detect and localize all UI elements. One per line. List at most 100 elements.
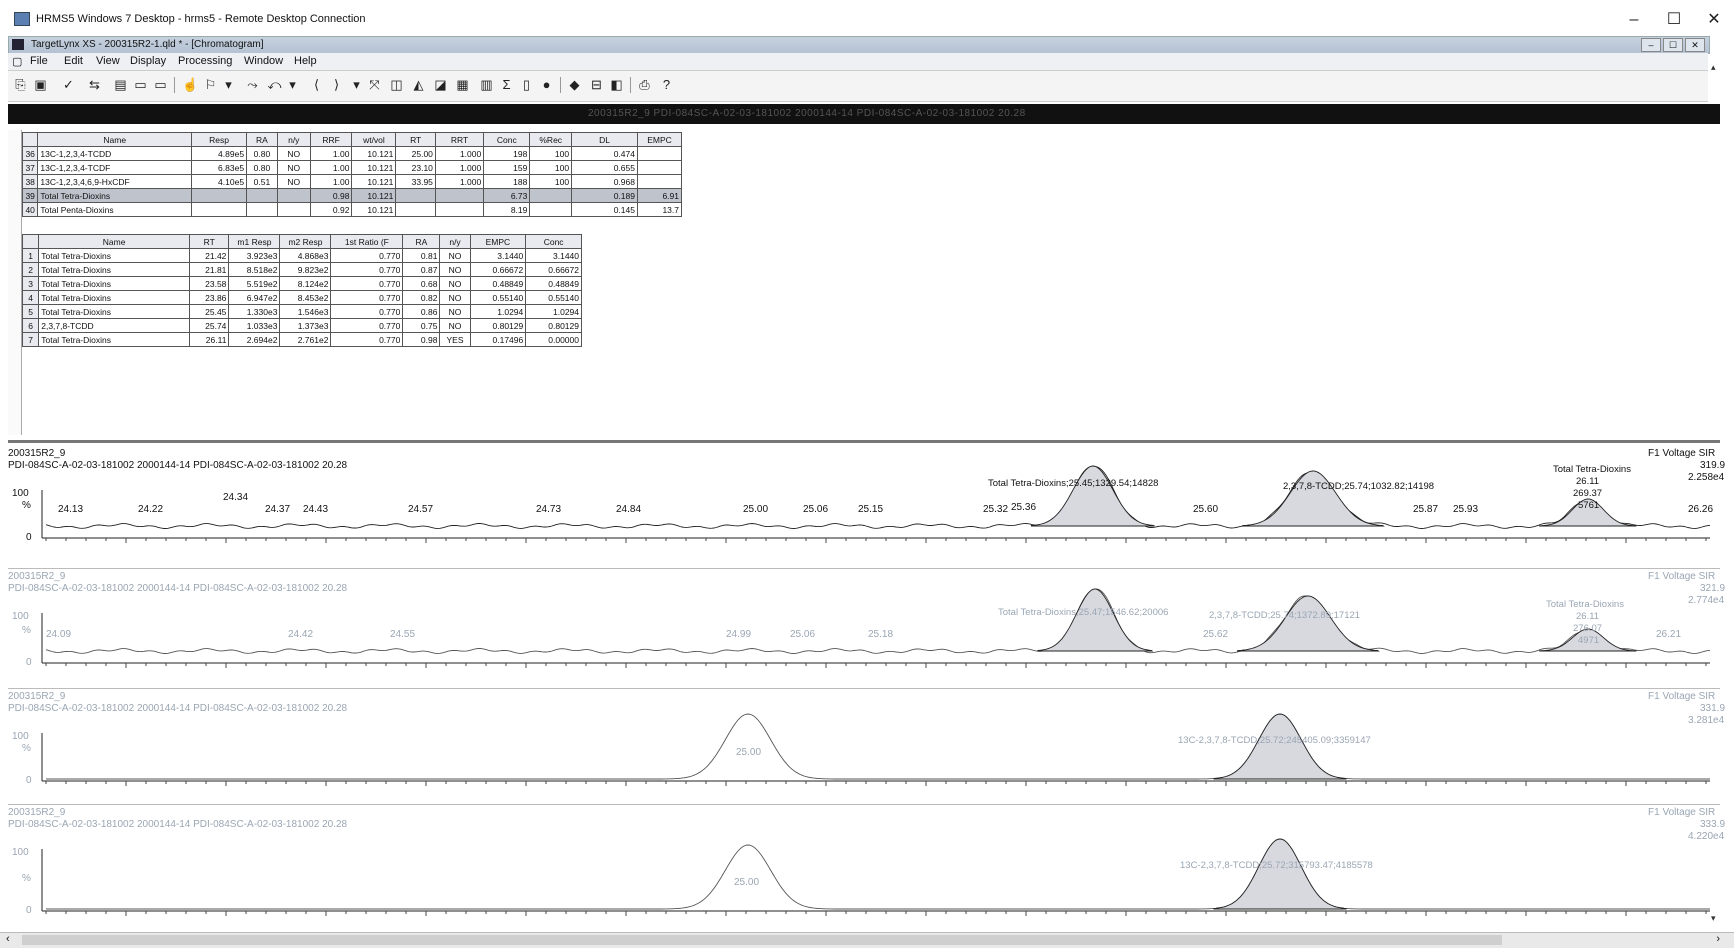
table-cell: 0.655 (571, 160, 638, 175)
help-icon[interactable]: ? (658, 76, 675, 93)
retention-time-label: 25.00 (736, 747, 762, 758)
menu-edit[interactable]: Edit (64, 55, 83, 67)
peak-remove-icon[interactable]: ⤺ (266, 76, 283, 93)
open-icon[interactable]: ⎘ (12, 76, 29, 93)
inner-restore-button[interactable]: ☐ (1663, 38, 1683, 52)
peak-row[interactable]: 7 Total Tetra-Dioxins 26.11 2.694e2 2.761e2 0… (21, 332, 582, 347)
peak-row[interactable]: 2 Total Tetra-Dioxins 21.81 8.518e2 9.823e2 0… (21, 262, 582, 277)
dropdown-arrow-icon[interactable]: ▾ (220, 76, 237, 93)
column-header: n/y (439, 234, 471, 249)
table-cell: Total Tetra-Dioxins (38, 304, 190, 319)
scroll-up-icon[interactable]: ▴ (1711, 62, 1716, 73)
chromatogram-panel[interactable]: 200315R2_9 PDI-084SC-A-02-03-181002 20001… (8, 804, 1725, 931)
horizontal-scrollbar[interactable]: ‹ › (0, 932, 1734, 948)
bracket-left-icon[interactable]: ⟨ (308, 76, 325, 93)
compound-row[interactable]: 40 Total Penta-Dioxins 0.92 10.121 8.19 0.145… (21, 202, 683, 217)
menu-processing[interactable]: Processing (178, 55, 232, 67)
table-cell (246, 202, 278, 217)
table-cell: 0.17496 (469, 332, 527, 347)
zoom-fit-icon[interactable]: ⤧ (366, 76, 383, 93)
row-number: 38 (21, 174, 39, 189)
chart-area-icon[interactable]: ◪ (432, 76, 449, 93)
scroll-right-icon[interactable]: › (1716, 933, 1720, 945)
split-v-icon[interactable]: ◧ (608, 76, 625, 93)
peak-annotation: 13C-2,3,7,8-TCDD;25.72;315793.47;4185578 (1180, 860, 1373, 871)
integrated-peak[interactable] (1242, 470, 1385, 527)
integrated-peak[interactable] (1237, 595, 1380, 652)
minimize-button[interactable]: – (1620, 8, 1648, 32)
compound-row[interactable]: 36 13C-1,2,3,4-TCDD 4.89e5 0.80 NO 1.00 10.121… (21, 146, 683, 161)
retention-time-label: 24.09 (46, 629, 72, 640)
compound-row[interactable]: 39 Total Tetra-Dioxins 0.98 10.121 6.73 0.189… (21, 188, 683, 203)
menu-display[interactable]: Display (130, 55, 166, 67)
maximize-button[interactable]: ☐ (1660, 8, 1688, 32)
scroll-thumb[interactable] (22, 935, 1502, 945)
chart-peak-icon[interactable]: ◭ (410, 76, 427, 93)
record-icon[interactable]: ● (538, 76, 555, 93)
peak-row[interactable]: 5 Total Tetra-Dioxins 25.45 1.330e3 1.546e3 0… (21, 304, 582, 319)
close-button[interactable]: ✕ (1700, 8, 1728, 32)
dropdown-arrow2-icon[interactable]: ▾ (284, 76, 301, 93)
columns-icon[interactable]: ▯ (518, 76, 535, 93)
table-cell (395, 188, 436, 203)
monitor-icon[interactable]: ▭ (132, 76, 149, 93)
table-cell: 33.95 (395, 174, 436, 189)
scroll-left-icon[interactable]: ‹ (6, 933, 10, 945)
peak-annotation: 5761 (1578, 500, 1600, 511)
peak-row[interactable]: 1 Total Tetra-Dioxins 21.42 3.923e3 4.868e3 0… (21, 248, 582, 263)
window-icon[interactable]: ▤ (112, 76, 129, 93)
table-cell: 8.518e2 (228, 262, 281, 277)
chromatogram-panel[interactable]: 200315R2_9 PDI-084SC-A-02-03-181002 20001… (8, 688, 1725, 801)
chart-bar-icon[interactable]: ▦ (454, 76, 471, 93)
chart-icon[interactable]: ◫ (388, 76, 405, 93)
pointer-icon[interactable]: ☝ (182, 76, 199, 93)
vertical-scrollbar[interactable]: ▴ ▾ (1708, 40, 1722, 930)
compare-icon[interactable]: ⇆ (86, 76, 103, 93)
inner-minimize-button[interactable]: – (1641, 38, 1661, 52)
integrated-peak[interactable] (1030, 465, 1155, 527)
inner-close-button[interactable]: ✕ (1685, 38, 1705, 52)
pane-splitter[interactable] (8, 440, 1720, 443)
integrated-peak[interactable] (1037, 588, 1154, 652)
table-cell: NO (276, 146, 311, 161)
row-number: 3 (21, 276, 40, 291)
table-cell: 0.82 (402, 290, 441, 305)
check-icon[interactable]: ✓ (60, 76, 77, 93)
sum-icon[interactable]: Σ (498, 76, 515, 93)
integrated-peak[interactable] (1213, 838, 1347, 910)
chromatogram-panel[interactable]: 200315R2_9 PDI-084SC-A-02-03-181002 20001… (8, 568, 1725, 685)
bracket-right-icon[interactable]: ⟩ (328, 76, 345, 93)
peak-row[interactable]: 3 Total Tetra-Dioxins 23.58 5.519e2 8.124e2 0… (21, 276, 582, 291)
dropdown-arrow3-icon[interactable]: ▾ (348, 76, 365, 93)
table-cell: 6.83e5 (191, 160, 248, 175)
drop-icon[interactable]: ◆ (566, 76, 583, 93)
column-header: RA (246, 132, 278, 147)
menu-view[interactable]: View (96, 55, 120, 67)
print-icon[interactable]: ⎙ (636, 76, 653, 93)
compound-row[interactable]: 37 13C-1,2,3,4-TCDF 6.83e5 0.80 NO 1.00 10.121… (21, 160, 683, 175)
menu-help[interactable]: Help (294, 55, 317, 67)
table-cell: NO (439, 248, 471, 263)
layout-icon[interactable]: ▥ (478, 76, 495, 93)
targetlynx-icon (12, 39, 24, 50)
table-cell: 0.00000 (525, 332, 582, 347)
peak-add-icon[interactable]: ⤳ (244, 76, 261, 93)
peak-row[interactable]: 4 Total Tetra-Dioxins 23.86 6.947e2 8.453e2 0… (21, 290, 582, 305)
menu-file[interactable]: File (30, 55, 48, 67)
table-cell (276, 188, 311, 203)
save-icon[interactable]: ▣ (32, 76, 49, 93)
column-header: %Rec (529, 132, 573, 147)
peak-row[interactable]: 6 2,3,7,8-TCDD 25.74 1.033e3 1.373e3 0.770 0.7… (21, 318, 582, 333)
table-cell: 0.66672 (525, 262, 582, 277)
compound-row[interactable]: 38 13C-1,2,3,4,6,9-HxCDF 4.10e5 0.51 NO 1.00 1… (21, 174, 683, 189)
table-cell: 0.770 (330, 304, 404, 319)
monitor2-icon[interactable]: ▭ (152, 76, 169, 93)
menu-window[interactable]: Window (244, 55, 283, 67)
table-cell: 0.770 (330, 332, 404, 347)
scroll-down-icon[interactable]: ▾ (1711, 913, 1716, 924)
flag-icon[interactable]: ⚐ (202, 76, 219, 93)
split-h-icon[interactable]: ⊟ (588, 76, 605, 93)
chromatogram-panel[interactable]: 200315R2_9 PDI-084SC-A-02-03-181002 20001… (8, 446, 1725, 564)
retention-time-label: 25.93 (1453, 504, 1479, 515)
integrated-peak[interactable] (1213, 713, 1347, 780)
